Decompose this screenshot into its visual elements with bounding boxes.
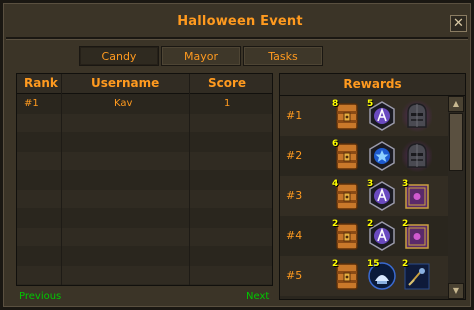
purple-a-badge-icon[interactable]: 5 [367, 99, 397, 132]
item-quantity: 2 [402, 259, 409, 269]
blue-star-badge-icon[interactable] [367, 140, 397, 172]
rewards-header: Rewards [280, 74, 465, 96]
reward-rank: #1 [286, 109, 303, 122]
treasure-chest-icon[interactable]: 2 [332, 219, 362, 252]
item-quantity: 4 [332, 179, 339, 189]
tab-mayor[interactable]: Mayor [161, 46, 241, 66]
treasure-chest-icon[interactable]: 8 [332, 99, 362, 132]
table-row [17, 171, 272, 189]
blue-lamp-orb-icon[interactable]: 15 [367, 259, 397, 292]
reward-rank: #3 [286, 189, 303, 202]
table-row: #1 Kav 1 [17, 95, 272, 113]
rank-cell: #1 [24, 98, 39, 109]
item-quantity: 2 [402, 219, 409, 229]
table-row [17, 228, 272, 246]
item-quantity: 3 [367, 179, 374, 189]
reward-rank: #5 [286, 269, 303, 282]
next-link[interactable]: Next [246, 291, 269, 302]
window-title: Halloween Event [177, 14, 303, 29]
item-quantity: 15 [367, 259, 380, 269]
table-row [17, 190, 272, 208]
item-quantity: 5 [367, 99, 374, 109]
reward-row: #5 2 15 2 [280, 256, 448, 296]
table-row [17, 247, 272, 265]
table-row [17, 133, 272, 151]
leaderboard-header: Rank Username Score [17, 74, 272, 94]
reward-row: #2 6 [280, 136, 448, 176]
scroll-up-button[interactable]: ▲ [448, 96, 464, 112]
event-window: Halloween Event ✕ Candy Mayor Tasks Rank… [0, 0, 474, 310]
item-quantity: 3 [402, 179, 409, 189]
column-divider [61, 74, 62, 285]
close-icon: ✕ [453, 16, 464, 31]
previous-link[interactable]: Previous [19, 291, 61, 302]
score-column-header: Score [208, 76, 247, 90]
reward-row: #1 8 5 [280, 96, 448, 136]
title-bar: Halloween Event ✕ [6, 6, 474, 36]
spellbook-icon[interactable]: 2 [402, 219, 432, 252]
score-cell: 1 [224, 98, 231, 109]
knight-helmet-icon[interactable] [402, 140, 432, 172]
table-row [17, 209, 272, 227]
spellbook-icon[interactable]: 3 [402, 179, 432, 212]
scroll-thumb[interactable] [449, 113, 463, 171]
tab-tasks[interactable]: Tasks [243, 46, 323, 66]
scroll-down-button[interactable]: ▼ [448, 283, 464, 299]
username-column-header: Username [91, 76, 160, 90]
purple-a-badge-icon[interactable]: 3 [367, 179, 397, 212]
reward-row: #3 4 3 3 [280, 176, 448, 216]
reward-rank: #4 [286, 229, 303, 242]
treasure-chest-icon[interactable]: 4 [332, 179, 362, 212]
reward-rank: #2 [286, 149, 303, 162]
dark-lamp-icon[interactable]: 2 [402, 259, 432, 292]
username-cell: Kav [114, 98, 133, 109]
treasure-chest-icon[interactable]: 2 [332, 259, 362, 292]
item-quantity: 6 [332, 139, 339, 149]
rewards-panel: Rewards #1 8 5 #2 6 #3 4 3 3 #4 2 2 2 #5 2 15 2 ▲ ▼ [279, 73, 466, 300]
rank-column-header: Rank [24, 76, 58, 90]
item-quantity: 2 [367, 219, 374, 229]
item-quantity: 2 [332, 219, 339, 229]
table-row [17, 266, 272, 284]
item-quantity: 2 [332, 259, 339, 269]
table-row [17, 114, 272, 132]
treasure-chest-icon[interactable]: 6 [332, 139, 362, 172]
leaderboard-panel: Rank Username Score #1 Kav 1 [16, 73, 273, 286]
table-row [17, 152, 272, 170]
reward-row: #4 2 2 2 [280, 216, 448, 256]
title-divider [6, 37, 468, 40]
close-button[interactable]: ✕ [450, 15, 467, 32]
column-divider [189, 74, 190, 285]
purple-a-badge-icon[interactable]: 2 [367, 219, 397, 252]
rewards-scrollbar[interactable]: ▲ ▼ [448, 96, 464, 299]
item-quantity: 8 [332, 99, 339, 109]
tab-candy[interactable]: Candy [79, 46, 159, 66]
knight-helmet-icon[interactable] [402, 100, 432, 132]
